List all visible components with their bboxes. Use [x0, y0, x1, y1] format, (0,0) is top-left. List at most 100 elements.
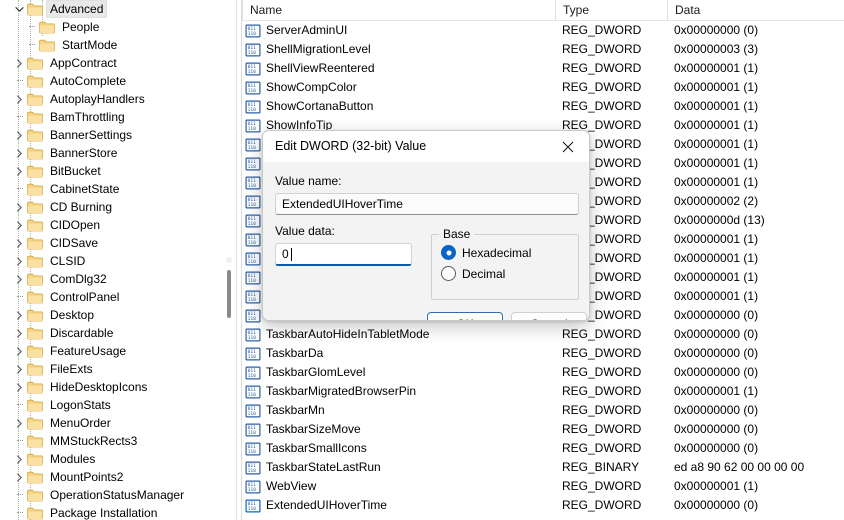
chevron-right-icon[interactable]	[12, 162, 26, 180]
value-type-cell: REG_DWORD	[562, 365, 642, 379]
value-row[interactable]: 011 110 WebView REG_DWORD 0x00000001 (1)	[242, 477, 844, 496]
svg-text:110: 110	[248, 411, 257, 417]
chevron-right-icon[interactable]	[12, 144, 26, 162]
svg-text:110: 110	[248, 278, 257, 284]
tree-item-fileexts[interactable]: FileExts	[0, 360, 236, 378]
tree-item-featureusage[interactable]: FeatureUsage	[0, 342, 236, 360]
tree-item-label: StartMode	[62, 38, 118, 52]
column-header-data[interactable]: Data	[667, 0, 831, 20]
chevron-right-icon[interactable]	[12, 306, 26, 324]
tree-item-logonstats[interactable]: LogonStats	[0, 396, 236, 414]
value-row[interactable]: 011 110 ShellViewReentered REG_DWORD 0x00000…	[242, 59, 844, 78]
chevron-right-icon[interactable]	[12, 54, 26, 72]
svg-text:110: 110	[248, 107, 257, 113]
tree-item-bannerstore[interactable]: BannerStore	[0, 144, 236, 162]
tree-item-bitbucket[interactable]: BitBucket	[0, 162, 236, 180]
tree-item-modules[interactable]: Modules	[0, 450, 236, 468]
value-row[interactable]: 011 110 ShowCortanaButton REG_DWORD 0x000000…	[242, 97, 844, 116]
value-row[interactable]: 011 110 TaskbarSizeMove REG_DWORD 0x00000000…	[242, 420, 844, 439]
chevron-right-icon[interactable]	[12, 450, 26, 468]
tree-item-startmode[interactable]: StartMode	[0, 36, 236, 54]
value-row[interactable]: 011 110 TaskbarMigratedBrowserPin REG_DWORD…	[242, 382, 844, 401]
tree-scrollbar-thumb[interactable]	[227, 270, 231, 318]
chevron-right-icon[interactable]	[12, 414, 26, 432]
chevron-down-icon[interactable]	[12, 0, 26, 18]
dialog-titlebar[interactable]: Edit DWORD (32-bit) Value	[263, 131, 589, 162]
value-name-input[interactable]	[275, 193, 579, 215]
value-row[interactable]: 011 110 ShellMigrationLevel REG_DWORD 0x0000…	[242, 40, 844, 59]
tree-item-people[interactable]: People	[0, 18, 236, 36]
tree-item-autocomplete[interactable]: AutoComplete	[0, 72, 236, 90]
chevron-right-icon[interactable]	[12, 126, 26, 144]
tree-item-autoplayhandlers[interactable]: AutoplayHandlers	[0, 90, 236, 108]
value-data-input[interactable]	[275, 243, 412, 266]
registry-key-tree[interactable]: Advanced People StartMode AppContract AutoCo…	[0, 0, 236, 520]
value-data-cell: 0x00000002 (2)	[674, 194, 759, 208]
cancel-button[interactable]: Cancel	[511, 312, 587, 320]
tree-scrollbar[interactable]	[222, 0, 236, 520]
tree-item-appcontract[interactable]: AppContract	[0, 54, 236, 72]
chevron-right-icon[interactable]	[12, 270, 26, 288]
ok-button[interactable]: OK	[427, 312, 503, 320]
close-icon[interactable]	[547, 131, 589, 162]
value-row[interactable]: 011 110 TaskbarMn REG_DWORD 0x00000000 (0)	[242, 401, 844, 420]
chevron-right-icon[interactable]	[12, 90, 26, 108]
tree-connector	[12, 486, 26, 504]
tree-item-cd-burning[interactable]: CD Burning	[0, 198, 236, 216]
value-row[interactable]: 011 110 ExtendedUIHoverTime REG_DWORD 0x0000…	[242, 496, 844, 515]
tree-item-clsid[interactable]: CLSID	[0, 252, 236, 270]
tree-item-label: HideDesktopIcons	[50, 380, 148, 394]
tree-item-mmstuckrects3[interactable]: MMStuckRects3	[0, 432, 236, 450]
column-header-name[interactable]: Name	[242, 0, 555, 20]
tree-item-cidsave[interactable]: CIDSave	[0, 234, 236, 252]
svg-text:110: 110	[248, 316, 257, 322]
values-column-header[interactable]: Name Type Data	[242, 0, 844, 21]
chevron-right-icon[interactable]	[12, 198, 26, 216]
tree-item-menuorder[interactable]: MenuOrder	[0, 414, 236, 432]
chevron-right-icon[interactable]	[12, 360, 26, 378]
chevron-right-icon[interactable]	[12, 216, 26, 234]
tree-item-desktop[interactable]: Desktop	[0, 306, 236, 324]
value-name-cell: 011 110 ServerAdminUI	[245, 21, 558, 40]
tree-item-cabinetstate[interactable]: CabinetState	[0, 180, 236, 198]
tree-item-controlpanel[interactable]: ControlPanel	[0, 288, 236, 306]
radio-hexadecimal[interactable]: Hexadecimal	[441, 245, 531, 260]
value-name-text: WebView	[266, 479, 317, 493]
tree-item-bannersettings[interactable]: BannerSettings	[0, 126, 236, 144]
tree-item-label: Modules	[50, 452, 96, 466]
tree-item-mountpoints2[interactable]: MountPoints2	[0, 468, 236, 486]
tree-item-label: Advanced	[45, 0, 108, 18]
tree-item-discardable[interactable]: Discardable	[0, 324, 236, 342]
chevron-right-icon[interactable]	[12, 234, 26, 252]
tree-item-package-installation[interactable]: Package Installation	[0, 504, 236, 520]
radio-decimal[interactable]: Decimal	[441, 266, 505, 281]
tree-item-bamthrottling[interactable]: BamThrottling	[0, 108, 236, 126]
tree-item-advanced[interactable]: Advanced	[0, 0, 236, 18]
chevron-right-icon[interactable]	[12, 252, 26, 270]
value-name-cell: 011 110 TaskbarMn	[245, 401, 558, 420]
dialog-body: Value name: Value data: Base Hexadecimal…	[263, 162, 589, 320]
value-name-cell: 011 110 ShellMigrationLevel	[245, 40, 558, 59]
tree-item-operationstatusmanager[interactable]: OperationStatusManager	[0, 486, 236, 504]
value-row[interactable]: 011 110 ShowCompColor REG_DWORD 0x00000001 (…	[242, 78, 844, 97]
chevron-right-icon[interactable]	[12, 342, 26, 360]
value-data-cell: 0x00000001 (1)	[674, 61, 759, 75]
tree-connector	[24, 36, 38, 54]
value-row[interactable]: 011 110 ServerAdminUI REG_DWORD 0x00000000 (…	[242, 21, 844, 40]
svg-text:110: 110	[248, 221, 257, 227]
tree-item-comdlg32[interactable]: ComDlg32	[0, 270, 236, 288]
tree-item-cidopen[interactable]: CIDOpen	[0, 216, 236, 234]
value-name-cell: 011 110 WebView	[245, 477, 558, 496]
column-header-type[interactable]: Type	[555, 0, 667, 20]
value-row[interactable]: 011 110 TaskbarAutoHideInTabletMode REG_DWO…	[242, 325, 844, 344]
chevron-right-icon[interactable]	[12, 378, 26, 396]
value-row[interactable]: 011 110 TaskbarGlomLevel REG_DWORD 0x0000000…	[242, 363, 844, 382]
value-row[interactable]: 011 110 TaskbarStateLastRun REG_BINARY ed a8…	[242, 458, 844, 477]
chevron-right-icon[interactable]	[12, 468, 26, 486]
chevron-right-icon[interactable]	[12, 324, 26, 342]
tree-item-hidedesktopicons[interactable]: HideDesktopIcons	[0, 378, 236, 396]
text-caret	[291, 248, 292, 261]
value-row[interactable]: 011 110 TaskbarSmallIcons REG_DWORD 0x000000…	[242, 439, 844, 458]
value-row[interactable]: 011 110 TaskbarDa REG_DWORD 0x00000000 (0)	[242, 344, 844, 363]
